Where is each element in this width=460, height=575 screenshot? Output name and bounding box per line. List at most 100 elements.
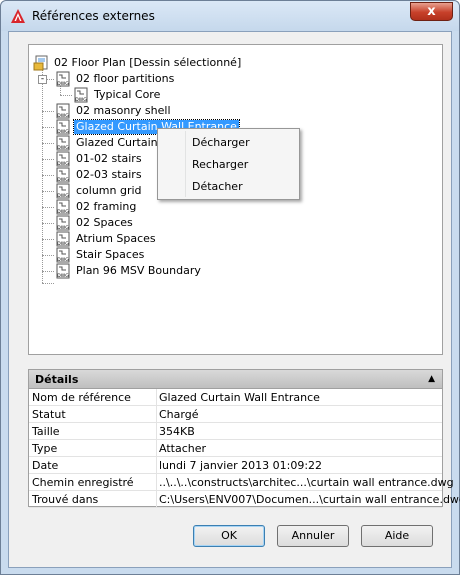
dwg-file-icon: DWG bbox=[56, 231, 70, 247]
drawing-folder-icon bbox=[33, 55, 48, 71]
xref-label: Atrium Spaces bbox=[76, 232, 156, 245]
xref-item[interactable]: DWG Typical Core bbox=[73, 87, 162, 103]
help-button[interactable]: Aide bbox=[361, 525, 433, 547]
dwg-file-icon: DWG bbox=[56, 103, 70, 119]
tree-connector-line bbox=[42, 239, 54, 240]
svg-text:DWG: DWG bbox=[57, 81, 69, 87]
xref-label: 02 framing bbox=[76, 200, 137, 213]
details-table: Nom de référence Glazed Curtain Wall Ent… bbox=[28, 389, 460, 508]
details-value: ..\..\..\constructs\architec...\curtain … bbox=[159, 476, 454, 489]
dwg-file-icon: DWG bbox=[56, 119, 70, 135]
dwg-file-icon: DWG bbox=[56, 167, 70, 183]
details-value: lundi 7 janvier 2013 01:09:22 bbox=[159, 459, 323, 472]
window-title: Références externes bbox=[32, 9, 155, 23]
xref-item[interactable]: DWG 02 framing bbox=[55, 199, 138, 215]
details-title: Détails bbox=[35, 373, 79, 386]
details-value: Glazed Curtain Wall Entrance bbox=[159, 391, 320, 404]
xref-label: 02-03 stairs bbox=[76, 168, 142, 181]
xref-item[interactable]: DWG 02 masonry shell bbox=[55, 103, 173, 119]
column-separator bbox=[156, 474, 157, 491]
xref-label: column grid bbox=[76, 184, 142, 197]
xref-label: Plan 96 MSV Boundary bbox=[76, 264, 201, 277]
dwg-file-icon: DWG bbox=[56, 263, 70, 279]
tree-connector-line bbox=[60, 95, 72, 96]
xref-label: Stair Spaces bbox=[76, 248, 145, 261]
details-key: Nom de référence bbox=[32, 391, 158, 404]
menu-item-detach[interactable]: Détacher bbox=[192, 180, 243, 193]
xref-item[interactable]: DWG 02-03 stairs bbox=[55, 167, 144, 183]
xref-label: Typical Core bbox=[94, 88, 161, 101]
autocad-app-icon bbox=[11, 9, 25, 23]
details-key: Type bbox=[32, 442, 158, 455]
title-bar[interactable]: Références externes x bbox=[1, 1, 459, 31]
menu-gutter-divider bbox=[185, 131, 186, 197]
dwg-file-icon: DWG bbox=[56, 135, 70, 151]
xref-item[interactable]: DWG column grid bbox=[55, 183, 144, 199]
xref-label: 02 Spaces bbox=[76, 216, 133, 229]
dwg-file-icon: DWG bbox=[56, 71, 70, 87]
details-value: Chargé bbox=[159, 408, 199, 421]
xref-label: 01-02 stairs bbox=[76, 152, 142, 165]
dwg-file-icon: DWG bbox=[74, 87, 88, 103]
tree-connector-line bbox=[42, 159, 54, 160]
details-key: Trouvé dans bbox=[32, 493, 158, 506]
tree-connector-line bbox=[42, 283, 54, 284]
tree-root-item[interactable]: 02 Floor Plan [Dessin sélectionné] bbox=[33, 55, 243, 71]
svg-text:DWG: DWG bbox=[57, 273, 69, 279]
tree-connector-line bbox=[42, 271, 54, 272]
details-row: Type Attacher bbox=[29, 440, 442, 457]
details-key: Taille bbox=[32, 425, 158, 438]
xref-label: 02 floor partitions bbox=[76, 72, 175, 85]
details-value: 354KB bbox=[159, 425, 195, 438]
xref-item[interactable]: DWG Atrium Spaces bbox=[55, 231, 158, 247]
tree-connector-line bbox=[42, 223, 54, 224]
details-key: Chemin enregistré bbox=[32, 476, 158, 489]
dwg-file-icon: DWG bbox=[56, 247, 70, 263]
dialog-client-area: 02 Floor Plan [Dessin sélectionné] - DWG… bbox=[8, 31, 460, 568]
tree-connector-line bbox=[42, 143, 54, 144]
details-row: Statut Chargé bbox=[29, 406, 442, 423]
dwg-file-icon: DWG bbox=[56, 199, 70, 215]
xref-item[interactable]: DWG 02 floor partitions bbox=[55, 71, 176, 87]
dwg-file-icon: DWG bbox=[56, 183, 70, 199]
tree-connector-line bbox=[42, 111, 54, 112]
details-row: Taille 354KB bbox=[29, 423, 442, 440]
details-row: Nom de référence Glazed Curtain Wall Ent… bbox=[29, 389, 442, 406]
collapse-toggle-icon[interactable]: - bbox=[38, 75, 47, 84]
tree-connector-line bbox=[46, 79, 54, 80]
collapse-arrow-icon[interactable]: ▲ bbox=[428, 374, 435, 384]
ok-button[interactable]: OK bbox=[193, 525, 265, 547]
column-separator bbox=[156, 491, 157, 508]
details-header[interactable]: Détails ▲ bbox=[28, 369, 443, 389]
details-value: Attacher bbox=[159, 442, 207, 455]
column-separator bbox=[156, 440, 157, 457]
dwg-file-icon: DWG bbox=[56, 151, 70, 167]
xref-label: 02 masonry shell bbox=[76, 104, 171, 117]
menu-item-reload[interactable]: Recharger bbox=[192, 158, 248, 171]
xref-item[interactable]: DWG 02 Spaces bbox=[55, 215, 135, 231]
tree-connector-line bbox=[42, 255, 54, 256]
dialog-window: Références externes x 02 Floor Plan [Des… bbox=[0, 0, 460, 575]
details-row: Chemin enregistré ..\..\..\constructs\ar… bbox=[29, 474, 454, 491]
details-value: C:\Users\ENV007\Documen...\curtain wall … bbox=[159, 493, 460, 506]
tree-connector-line bbox=[42, 127, 54, 128]
column-separator bbox=[156, 406, 157, 423]
column-separator bbox=[156, 389, 157, 406]
tree-root-label: 02 Floor Plan [Dessin sélectionné] bbox=[54, 56, 242, 69]
column-separator bbox=[156, 423, 157, 440]
details-key: Statut bbox=[32, 408, 158, 421]
details-row: Date lundi 7 janvier 2013 01:09:22 bbox=[29, 457, 442, 474]
context-menu: Décharger Recharger Détacher bbox=[157, 128, 300, 200]
details-key: Date bbox=[32, 459, 158, 472]
xref-item[interactable]: DWG Stair Spaces bbox=[55, 247, 146, 263]
cancel-button[interactable]: Annuler bbox=[277, 525, 349, 547]
tree-connector-line bbox=[42, 191, 54, 192]
close-button[interactable]: x bbox=[410, 2, 453, 21]
xref-item[interactable]: DWG Plan 96 MSV Boundary bbox=[55, 263, 203, 279]
column-separator bbox=[156, 457, 157, 474]
xref-item[interactable]: DWG 01-02 stairs bbox=[55, 151, 144, 167]
tree-connector-line bbox=[42, 175, 54, 176]
menu-item-unload[interactable]: Décharger bbox=[192, 136, 250, 149]
dwg-file-icon: DWG bbox=[56, 215, 70, 231]
tree-connector-line bbox=[42, 207, 54, 208]
